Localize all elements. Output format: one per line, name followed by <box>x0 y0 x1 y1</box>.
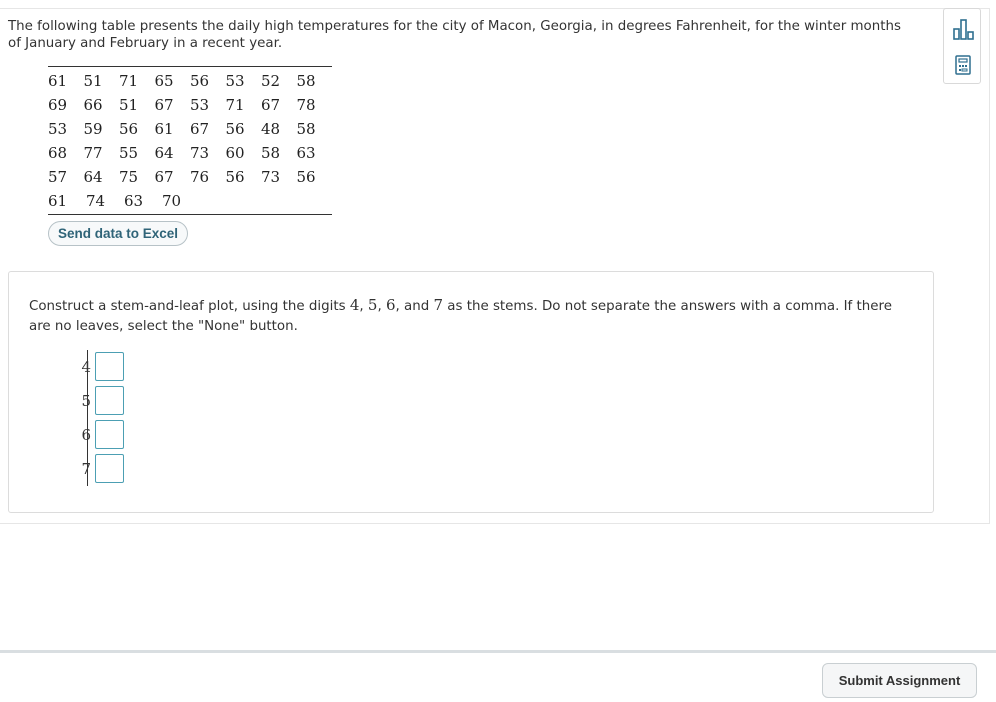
leaf-input[interactable] <box>95 454 124 483</box>
table-cell: 76 <box>190 168 210 186</box>
table-cell: 58 <box>261 144 281 162</box>
table-cell: 56 <box>225 168 245 186</box>
table-cell: 63 <box>124 192 144 210</box>
table-row: 68 77 55 64 73 60 58 63 <box>48 141 332 165</box>
top-divider <box>0 8 990 9</box>
table-cell: 48 <box>261 120 281 138</box>
table-cell: 61 <box>48 72 68 90</box>
table-cell: 57 <box>48 168 68 186</box>
table-cell: 53 <box>225 72 245 90</box>
table-cell: 51 <box>119 96 139 114</box>
table-cell: 58 <box>296 72 316 90</box>
prompt-text: Construct a stem-and-leaf plot, using th… <box>29 299 350 314</box>
table-row: 57 64 75 67 76 56 73 56 <box>48 165 332 189</box>
table-cell: 73 <box>261 168 281 186</box>
prompt-text: , <box>377 299 386 314</box>
leaf-input[interactable] <box>95 386 124 415</box>
table-cell: 68 <box>48 144 68 162</box>
table-row: 61 51 71 65 56 53 52 58 <box>48 69 332 93</box>
stem-digit: 4 <box>349 296 360 314</box>
table-cell: 60 <box>225 144 245 162</box>
table-cell: 59 <box>83 120 103 138</box>
table-cell: 74 <box>86 192 106 210</box>
table-row: 61 74 63 70 <box>48 189 332 213</box>
table-cell: 67 <box>190 120 210 138</box>
table-cell: 56 <box>296 168 316 186</box>
prompt-text: , <box>359 299 368 314</box>
submit-assignment-button[interactable]: Submit Assignment <box>822 663 977 698</box>
table-cell: 53 <box>190 96 210 114</box>
table-cell: 73 <box>190 144 210 162</box>
table-cell: 58 <box>296 120 316 138</box>
table-cell: 64 <box>83 168 103 186</box>
content-divider <box>0 523 990 524</box>
table-cell: 66 <box>83 96 103 114</box>
temperature-table: 61 51 71 65 56 53 52 58 69 66 51 67 53 7… <box>48 66 332 215</box>
right-divider <box>989 8 990 524</box>
table-cell: 70 <box>162 192 182 210</box>
bar-chart-icon[interactable] <box>952 17 974 41</box>
send-to-excel-button[interactable]: Send data to Excel <box>48 221 188 246</box>
table-cell: 65 <box>154 72 174 90</box>
table-cell: 67 <box>154 168 174 186</box>
table-cell: 64 <box>154 144 174 162</box>
table-cell: 56 <box>225 120 245 138</box>
table-cell: 55 <box>119 144 139 162</box>
leaf-input[interactable] <box>95 420 124 449</box>
table-cell: 56 <box>190 72 210 90</box>
table-cell: 61 <box>48 192 68 210</box>
question-prompt: Construct a stem-and-leaf plot, using th… <box>29 295 909 337</box>
table-cell: 56 <box>119 120 139 138</box>
calculator-icon[interactable] <box>952 53 974 77</box>
table-cell: 67 <box>261 96 281 114</box>
table-cell: 71 <box>225 96 245 114</box>
prompt-text: , and <box>395 299 434 314</box>
stem-label: 6 <box>81 426 91 444</box>
stem-label: 5 <box>81 392 91 410</box>
table-row: 53 59 56 61 67 56 48 58 <box>48 117 332 141</box>
tools-panel <box>943 8 981 84</box>
table-cell: 69 <box>48 96 68 114</box>
table-cell: 53 <box>48 120 68 138</box>
stem-label: 7 <box>81 460 91 478</box>
table-cell: 78 <box>296 96 316 114</box>
leaf-input[interactable] <box>95 352 124 381</box>
stem-label: 4 <box>81 358 91 376</box>
problem-intro: The following table presents the daily h… <box>8 19 901 51</box>
stem-digit: 7 <box>433 296 444 314</box>
table-cell: 77 <box>83 144 103 162</box>
table-cell: 51 <box>83 72 103 90</box>
table-cell: 61 <box>154 120 174 138</box>
table-cell: 75 <box>119 168 139 186</box>
table-row: 69 66 51 67 53 71 67 78 <box>48 93 332 117</box>
footer-divider <box>0 650 996 653</box>
question-card: Construct a stem-and-leaf plot, using th… <box>8 271 934 513</box>
table-cell: 67 <box>154 96 174 114</box>
stem-digit: 6 <box>385 296 396 314</box>
table-cell: 52 <box>261 72 281 90</box>
table-cell: 63 <box>296 144 316 162</box>
table-cell: 71 <box>119 72 139 90</box>
